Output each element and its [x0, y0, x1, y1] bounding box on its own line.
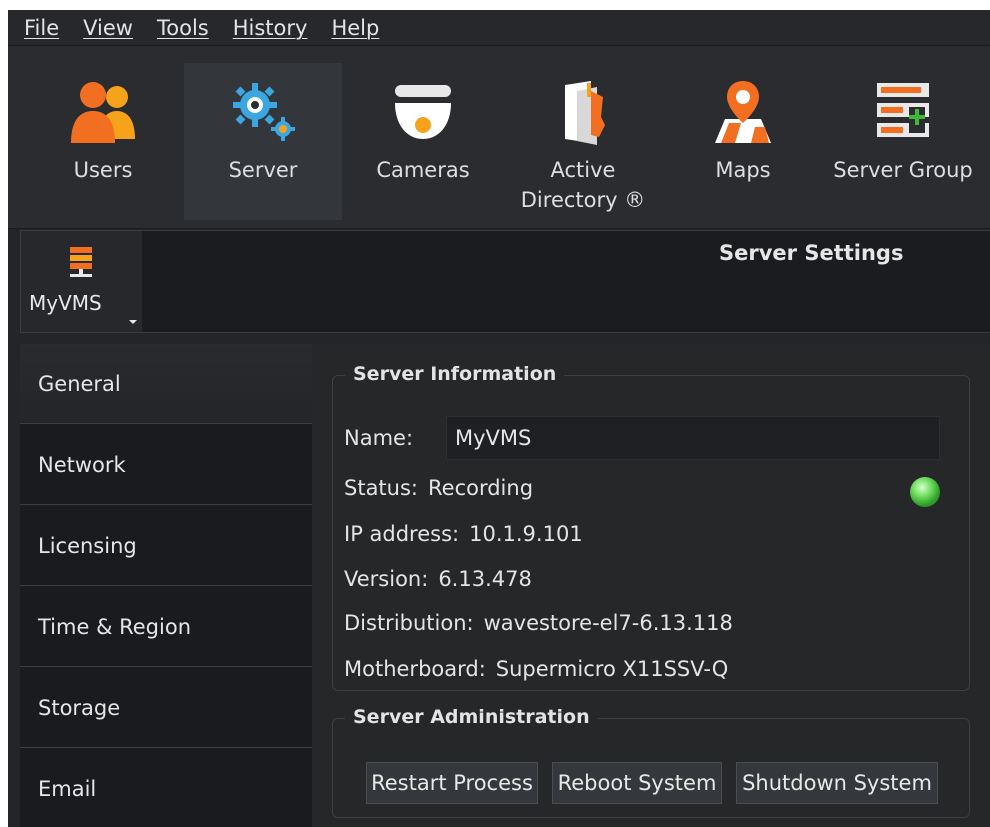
menu-view[interactable]: View: [83, 16, 133, 40]
users-icon: [71, 82, 135, 143]
menu-bar: File View Tools History Help: [8, 10, 990, 45]
ip-row: IP address: 10.1.9.101: [344, 522, 583, 546]
toolbar-active-directory-button[interactable]: Active Directory ®: [504, 63, 662, 220]
settings-content: Server Information Name: Status: Recordin…: [312, 344, 990, 827]
ip-value: 10.1.9.101: [469, 522, 583, 546]
dome-camera-icon: [395, 85, 451, 139]
toolbar-server-group-label: Server Group: [833, 158, 973, 182]
motherboard-label: Motherboard:: [344, 657, 486, 681]
server-header-strip: MyVMS Server Settings: [20, 230, 990, 333]
toolbar-server-group-button[interactable]: Server Group: [824, 63, 982, 220]
server-selector[interactable]: MyVMS: [21, 231, 142, 332]
server-information-title: Server Information: [345, 360, 565, 388]
distribution-row: Distribution: wavestore-el7-6.13.118: [344, 611, 733, 635]
server-name-input[interactable]: [447, 417, 939, 459]
ip-label: IP address:: [344, 522, 460, 546]
menu-file[interactable]: File: [24, 16, 59, 40]
toolbar-cameras-label: Cameras: [376, 158, 470, 182]
shutdown-system-button[interactable]: Shutdown System: [736, 762, 938, 804]
maps-icon: [715, 81, 771, 143]
restart-process-button[interactable]: Restart Process: [366, 762, 538, 804]
page-title: Server Settings: [719, 241, 904, 265]
toolbar-server-label: Server: [228, 158, 298, 182]
active-directory-line2: Directory ®: [520, 188, 646, 212]
sidebar-item-storage[interactable]: Storage: [20, 668, 312, 748]
version-label: Version:: [344, 567, 429, 591]
server-group-icon: [877, 83, 929, 137]
status-indicator-icon: [910, 477, 940, 507]
status-label: Status:: [344, 476, 418, 500]
reboot-system-button[interactable]: Reboot System: [552, 762, 722, 804]
toolbar-users-button[interactable]: Users: [24, 63, 182, 220]
distribution-label: Distribution:: [344, 611, 474, 635]
name-label: Name:: [344, 426, 414, 450]
status-row: Status: Recording: [344, 476, 533, 500]
menu-tools[interactable]: Tools: [157, 16, 209, 40]
version-value: 6.13.478: [438, 567, 532, 591]
settings-sidebar: General Network Licensing Time & Region …: [20, 344, 312, 827]
menu-history[interactable]: History: [233, 16, 308, 40]
sidebar-item-licensing[interactable]: Licensing: [20, 506, 312, 586]
version-row: Version: 6.13.478: [344, 567, 532, 591]
dropdown-caret-icon[interactable]: [129, 320, 137, 324]
app-window: File View Tools History Help Users Serve…: [8, 10, 990, 827]
toolbar-active-directory-label: Active Directory ®: [504, 155, 662, 215]
toolbar-server-button[interactable]: Server: [184, 63, 342, 220]
sidebar-item-email[interactable]: Email: [20, 749, 312, 827]
server-gears-icon: [233, 83, 295, 141]
active-directory-line1: Active: [550, 158, 616, 182]
server-selector-name: MyVMS: [29, 291, 102, 315]
sidebar-item-network[interactable]: Network: [20, 425, 312, 505]
server-name-field[interactable]: [446, 416, 940, 460]
active-directory-icon: [565, 81, 605, 145]
menu-help[interactable]: Help: [331, 16, 379, 40]
main-toolbar: Users Server Cameras Active Directory ® …: [8, 45, 990, 229]
toolbar-maps-label: Maps: [715, 158, 771, 182]
motherboard-row: Motherboard: Supermicro X11SSV-Q: [344, 657, 728, 681]
motherboard-value: Supermicro X11SSV-Q: [495, 657, 729, 681]
status-value: Recording: [428, 476, 534, 500]
toolbar-maps-button[interactable]: Maps: [664, 63, 822, 220]
server-icon: [70, 247, 92, 277]
toolbar-cameras-button[interactable]: Cameras: [344, 63, 502, 220]
sidebar-item-time-region[interactable]: Time & Region: [20, 587, 312, 667]
server-administration-title: Server Administration: [345, 703, 598, 731]
sidebar-item-general[interactable]: General: [20, 344, 312, 424]
distribution-value: wavestore-el7-6.13.118: [483, 611, 733, 635]
toolbar-users-label: Users: [73, 158, 133, 182]
